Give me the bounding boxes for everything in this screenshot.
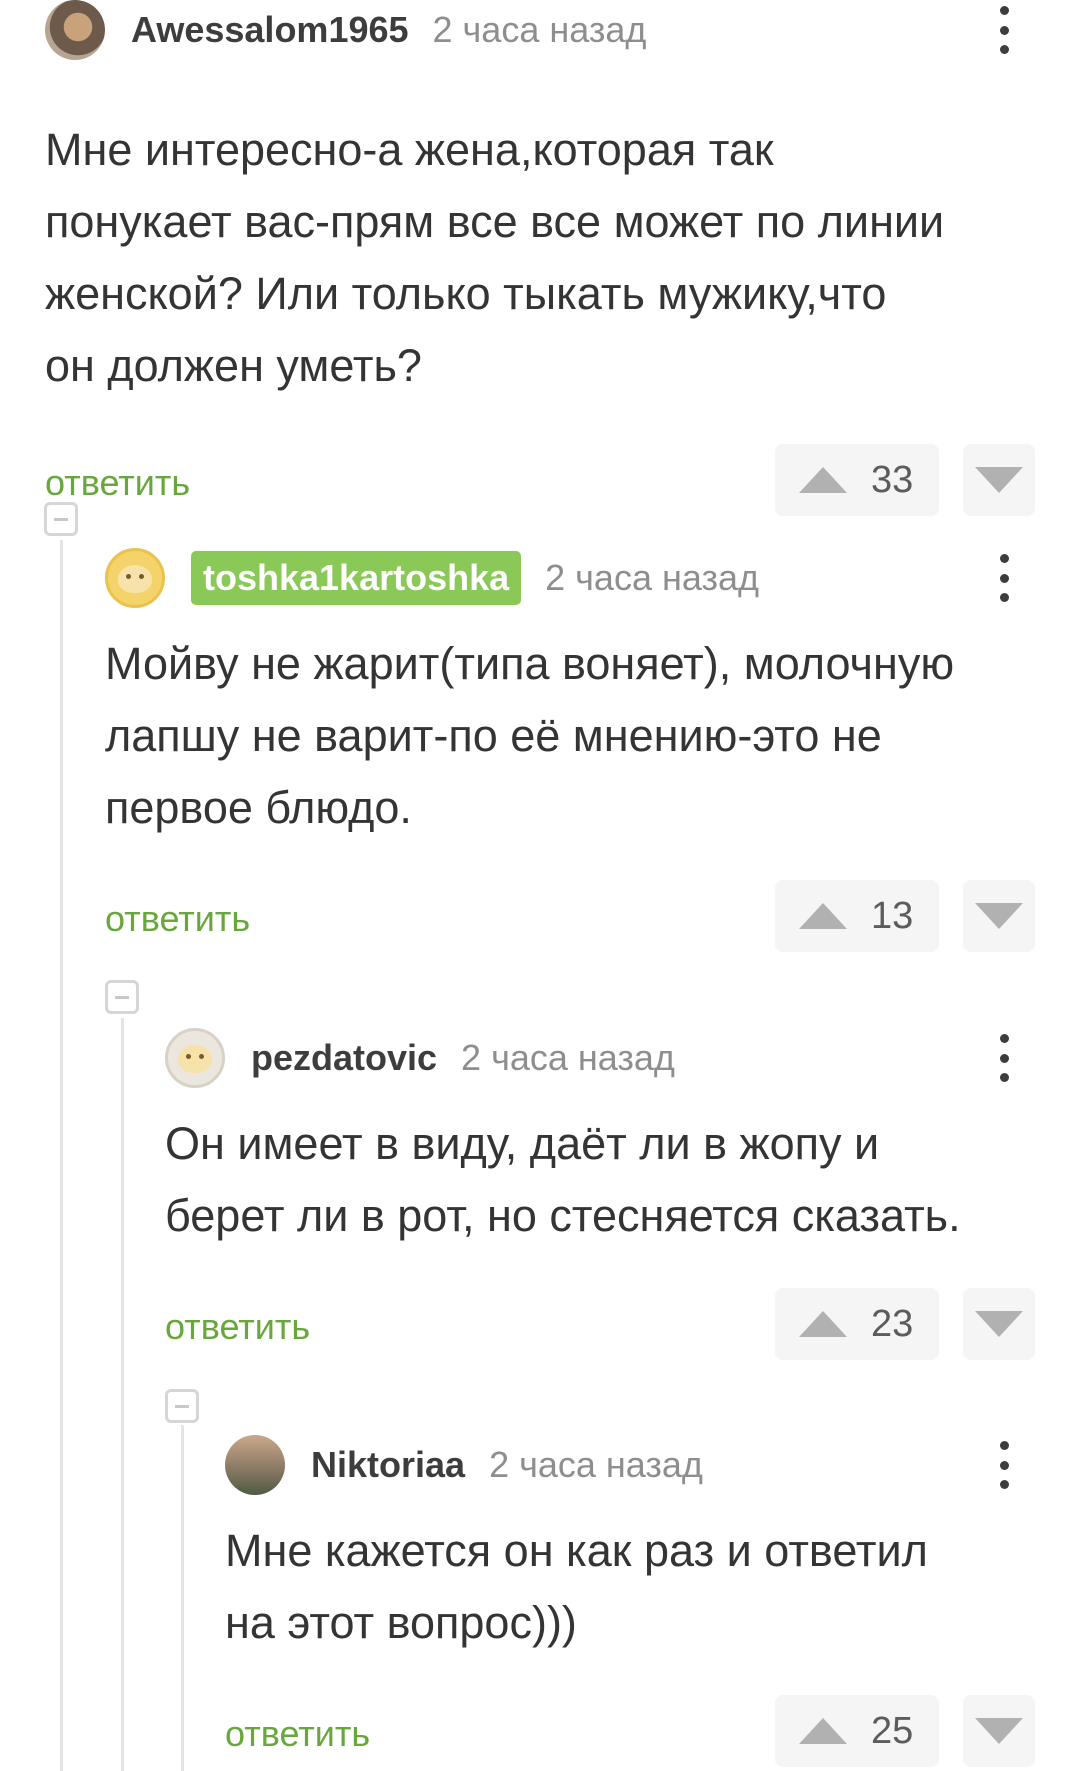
downvote-button[interactable] (963, 444, 1035, 516)
username[interactable]: pezdatovic (251, 1037, 437, 1079)
username[interactable]: toshka1kartoshka (191, 551, 522, 605)
avatar[interactable] (165, 1028, 225, 1088)
comment: Niktoriaa 2 часа назад Мне кажется он ка… (225, 1435, 1035, 1767)
comment-text: Мне кажется он как раз и ответил на этот… (225, 1515, 1035, 1659)
avatar[interactable] (105, 548, 165, 608)
upvote-arrow-icon (799, 1718, 847, 1744)
comment: Awessalom1965 2 часа назад Мне интересно… (45, 0, 1035, 516)
reply-button[interactable]: ответить (225, 1713, 370, 1755)
upvote-arrow-icon (799, 1311, 847, 1337)
comment-footer: ответить 33 (45, 444, 1035, 516)
more-vertical-icon[interactable] (999, 6, 1009, 54)
comment-line: Он имеет в виду, даёт ли в жопу и (165, 1118, 880, 1169)
upvote-button[interactable]: 23 (775, 1288, 939, 1360)
comment-time: 2 часа назад (489, 1444, 703, 1485)
comment-text: Мойву не жарит(типа воняет), молочную ла… (105, 628, 1035, 844)
comment-footer: ответить 13 (105, 880, 1035, 952)
comment-line: Мне интересно-а жена,которая так (45, 124, 774, 175)
comment-header: toshka1kartoshka 2 часа назад (105, 548, 1035, 608)
downvote-arrow-icon (975, 1718, 1023, 1744)
comment-line: на этот вопрос))) (225, 1597, 577, 1648)
reply-button[interactable]: ответить (105, 898, 250, 940)
reply-button[interactable]: ответить (165, 1306, 310, 1348)
comment-line: понукает вас-прям все все может по линии (45, 196, 945, 247)
username[interactable]: Awessalom1965 (131, 9, 409, 51)
upvote-button[interactable]: 33 (775, 444, 939, 516)
vote-score: 25 (871, 1709, 914, 1752)
comments-page: Awessalom1965 2 часа назад Мне интересно… (0, 0, 1080, 1771)
comment-header: pezdatovic 2 часа назад (165, 1028, 1035, 1088)
reply-button[interactable]: ответить (45, 462, 190, 504)
thread-line-level-1 (60, 540, 63, 1771)
comment-line: он должен уметь? (45, 340, 422, 391)
comment-time: 2 часа назад (545, 557, 759, 598)
vote-score: 33 (871, 458, 914, 501)
upvote-button[interactable]: 13 (775, 880, 939, 952)
upvote-arrow-icon (799, 903, 847, 929)
comment: pezdatovic 2 часа назад Он имеет в виду,… (165, 1028, 1035, 1360)
comment-text: Мне интересно-а жена,которая так понукае… (45, 114, 1035, 402)
comment-line: лапшу не варит-по её мнению-это не (105, 710, 882, 761)
comment-header: Niktoriaa 2 часа назад (225, 1435, 1035, 1495)
comment-time: 2 часа назад (432, 9, 647, 50)
comment-footer: ответить 23 (165, 1288, 1035, 1360)
downvote-button[interactable] (963, 1288, 1035, 1360)
downvote-arrow-icon (975, 1311, 1023, 1337)
downvote-button[interactable] (963, 880, 1035, 952)
downvote-button[interactable] (963, 1695, 1035, 1767)
upvote-button[interactable]: 25 (775, 1695, 939, 1767)
comment: toshka1kartoshka 2 часа назад Мойву не ж… (105, 548, 1035, 952)
avatar[interactable] (225, 1435, 285, 1495)
comment-line: Мне кажется он как раз и ответил (225, 1525, 928, 1576)
collapse-thread-icon[interactable] (165, 1389, 199, 1423)
comment-header: Awessalom1965 2 часа назад (45, 0, 1035, 60)
username[interactable]: Niktoriaa (311, 1444, 465, 1486)
comment-line: женской? Или только тыкать мужику,что (45, 268, 887, 319)
comment-footer: ответить 25 (225, 1695, 1035, 1767)
comment-line: Мойву не жарит(типа воняет), молочную (105, 638, 955, 689)
downvote-arrow-icon (975, 903, 1023, 929)
upvote-arrow-icon (799, 467, 847, 493)
comment-text: Он имеет в виду, даёт ли в жопу и берет … (165, 1108, 1035, 1252)
comment-line: первое блюдо. (105, 782, 412, 833)
avatar[interactable] (45, 0, 105, 60)
comment-time: 2 часа назад (461, 1037, 675, 1078)
thread-line-level-3 (181, 1425, 184, 1771)
thread-line-level-2 (121, 1018, 124, 1771)
comment-line: берет ли в рот, но стесняется сказать. (165, 1190, 961, 1241)
downvote-arrow-icon (975, 467, 1023, 493)
more-vertical-icon[interactable] (999, 554, 1009, 602)
more-vertical-icon[interactable] (999, 1034, 1009, 1082)
vote-score: 23 (871, 1302, 914, 1345)
vote-score: 13 (871, 894, 914, 937)
collapse-thread-icon[interactable] (105, 980, 139, 1014)
more-vertical-icon[interactable] (999, 1441, 1009, 1489)
